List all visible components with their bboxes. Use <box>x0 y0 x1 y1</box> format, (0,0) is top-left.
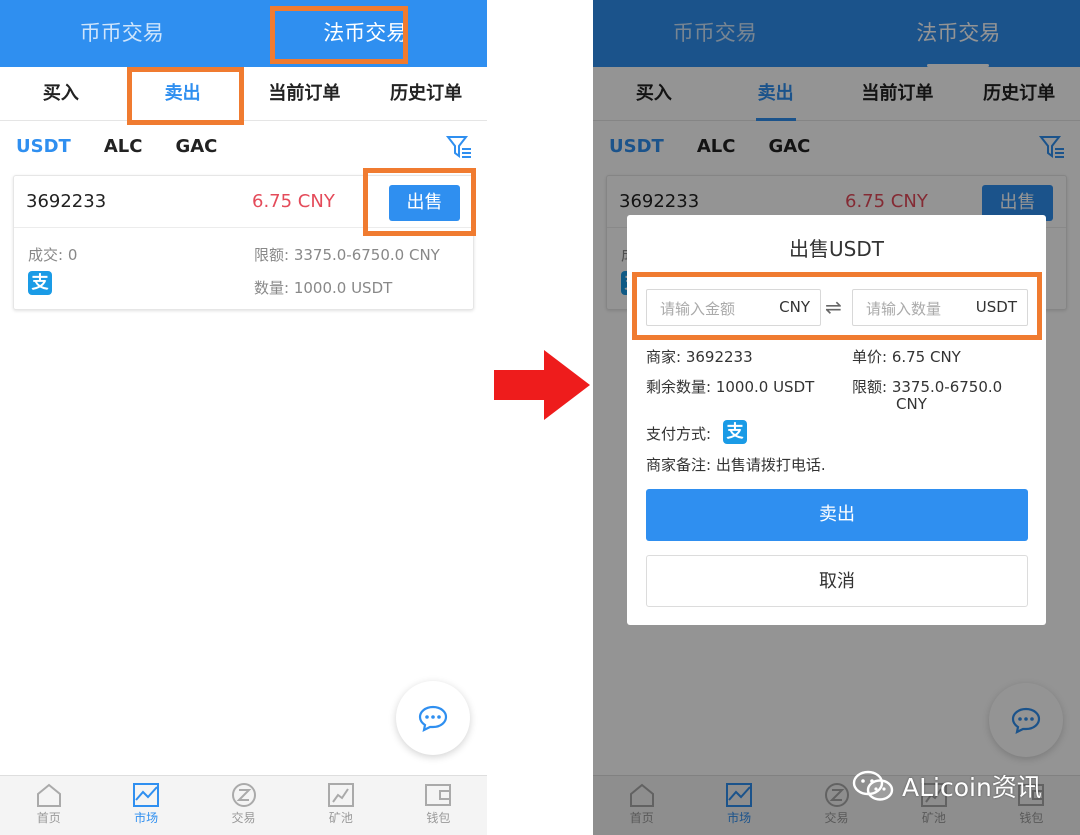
confirm-sell-button[interactable]: 卖出 <box>646 489 1028 541</box>
chat-bubble-icon <box>418 705 448 732</box>
nav-wallet-label: 钱包 <box>426 811 451 825</box>
tab-coin-trading[interactable]: 币币交易 <box>0 0 244 67</box>
dialog-title: 出售USDT <box>789 237 884 261</box>
tab-current-orders[interactable]: 当前订单 <box>244 67 366 121</box>
tab-buy[interactable]: 买入 <box>0 67 122 121</box>
coin-alc[interactable]: ALC <box>104 136 143 157</box>
merchant-id: 3692233 <box>26 191 107 212</box>
home-icon <box>36 783 61 807</box>
deal-count: 成交: 0 <box>28 246 78 264</box>
composite-screenshot: 币币交易 法币交易 买入 卖出 当前订单 历史订单 USDT ALC GAC 3… <box>0 0 1080 835</box>
highlight-sell-button <box>363 168 476 236</box>
highlight-sell-tab <box>127 67 244 125</box>
dialog-remark: 商家备注: 出售请拨打电话. <box>646 456 826 474</box>
right-arrow-icon <box>494 350 590 420</box>
limit-range: 限额: 3375.0-6750.0 CNY <box>254 246 440 264</box>
nav-home-label: 首页 <box>36 811 61 825</box>
highlight-input-fields <box>632 272 1042 340</box>
dialog-payment-label: 支付方式: <box>646 425 712 443</box>
dialog-limit: 限额: 3375.0-6750.0 <box>852 378 1003 396</box>
coin-gac[interactable]: GAC <box>175 136 217 157</box>
offer-card-details: 成交: 0 限额: 3375.0-6750.0 CNY 支 数量: 1000.0… <box>14 228 473 309</box>
coin-usdt[interactable]: USDT <box>16 136 71 157</box>
filter-icon[interactable] <box>445 133 473 161</box>
nav-trade[interactable]: 交易 <box>195 776 292 835</box>
dialog-remaining: 剩余数量: 1000.0 USDT <box>646 378 815 396</box>
top-tab-bar: 币币交易 法币交易 <box>0 0 487 67</box>
nav-home[interactable]: 首页 <box>0 776 97 835</box>
nav-pool[interactable]: 矿池 <box>292 776 389 835</box>
watermark-text: ALicoin资讯 <box>902 773 1042 802</box>
nav-pool-label: 矿池 <box>328 811 353 825</box>
nav-market[interactable]: 市场 <box>97 776 194 835</box>
nav-market-label: 市场 <box>134 811 159 825</box>
dialog-limit-unit: CNY <box>896 395 927 413</box>
sell-dialog: 出售USDT 请输入金额 CNY ⇌ 请输入数量 USDT 商家: 369223… <box>627 215 1046 625</box>
chart-icon <box>133 783 160 807</box>
bottom-nav: 首页 市场 交易 矿池 钱包 <box>0 775 487 835</box>
quantity: 数量: 1000.0 USDT <box>254 279 393 297</box>
nav-wallet[interactable]: 钱包 <box>390 776 487 835</box>
nav-trade-label: 交易 <box>231 811 256 825</box>
highlight-fiat-tab <box>270 6 408 64</box>
left-screen: 币币交易 法币交易 买入 卖出 当前订单 历史订单 USDT ALC GAC 3… <box>0 0 487 835</box>
trade-icon <box>231 783 256 807</box>
right-screen: 币币交易 法币交易 买入 卖出 当前订单 历史订单 USDT ALC GAC 3… <box>593 0 1080 835</box>
watermark: ALicoin资讯 <box>852 768 1042 804</box>
alipay-icon: 支 <box>28 271 52 295</box>
wechat-icon <box>852 770 894 801</box>
cancel-button[interactable]: 取消 <box>646 555 1028 607</box>
dialog-unit-price: 单价: 6.75 CNY <box>852 348 961 366</box>
coin-selector: USDT ALC GAC <box>0 121 487 171</box>
dialog-merchant: 商家: 3692233 <box>646 348 753 366</box>
wallet-icon <box>425 784 452 806</box>
pool-icon <box>327 783 354 807</box>
offer-price: 6.75 CNY <box>252 191 335 212</box>
chat-button[interactable] <box>396 681 470 755</box>
alipay-icon: 支 <box>723 420 747 444</box>
tab-history-orders[interactable]: 历史订单 <box>365 67 487 121</box>
